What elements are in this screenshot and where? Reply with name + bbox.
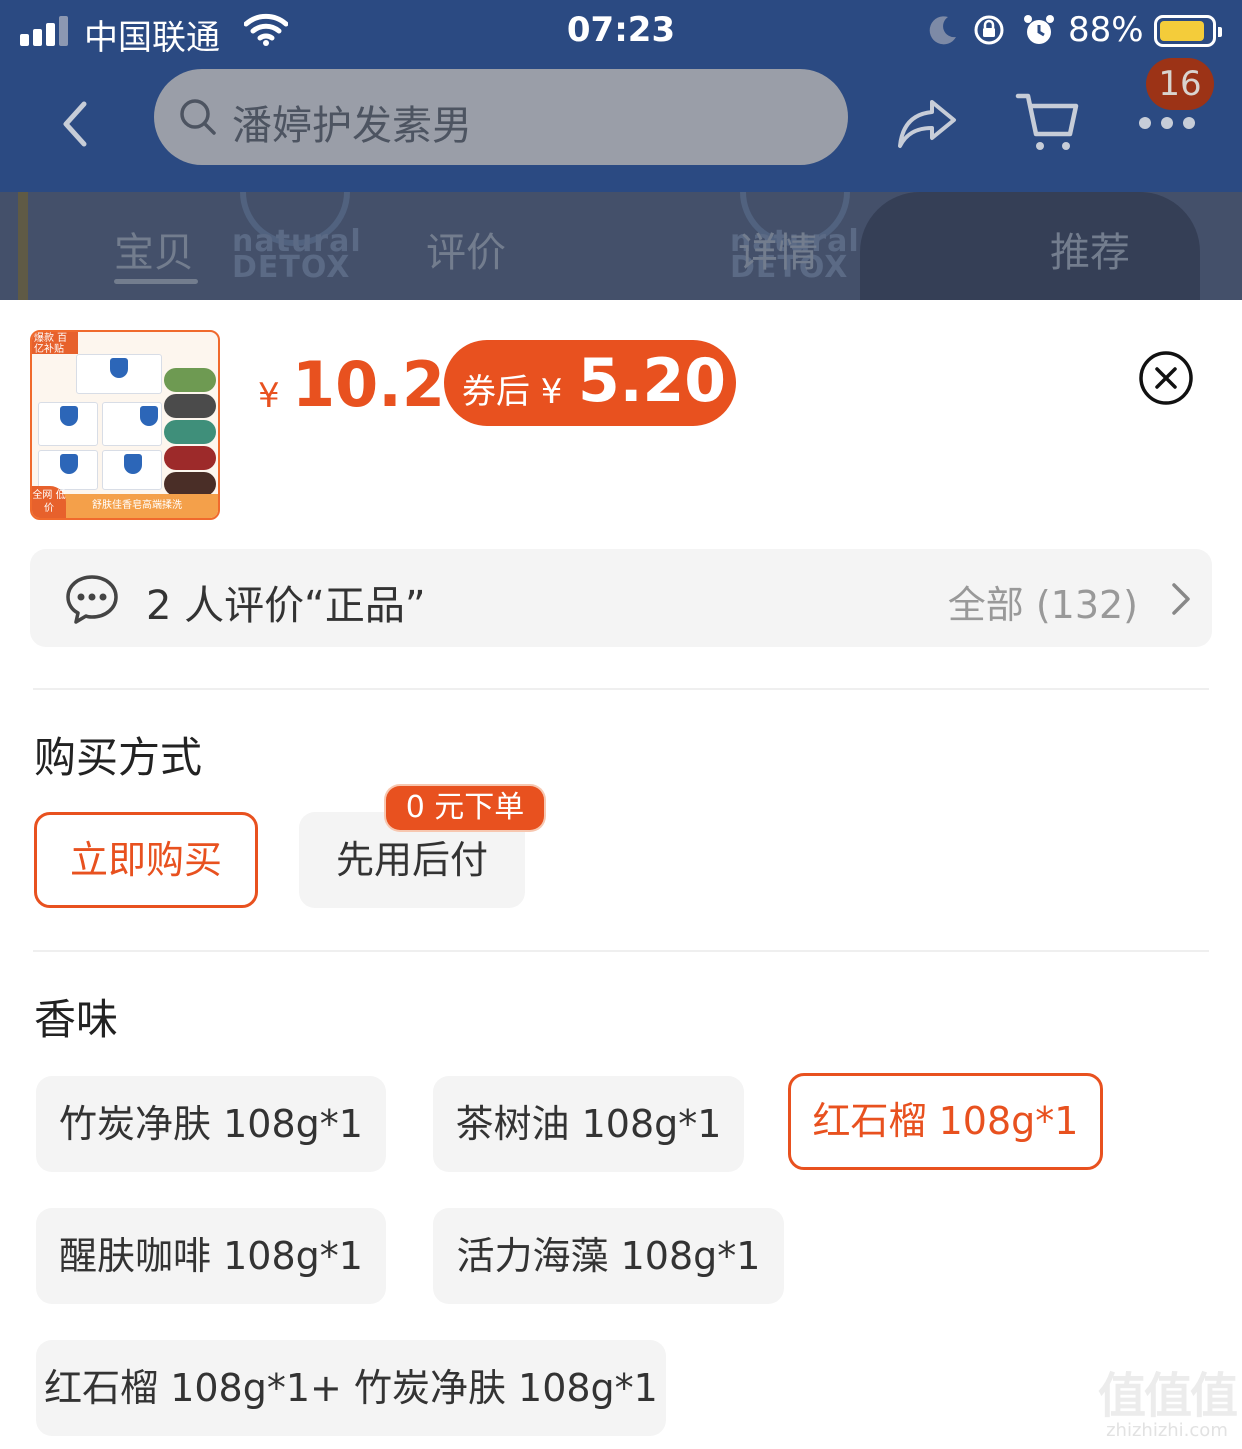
tab-recommend[interactable]: 推荐: [1050, 220, 1130, 278]
tab-item[interactable]: 宝贝: [114, 220, 194, 278]
battery-icon: [1154, 15, 1222, 47]
alarm-icon: [1024, 15, 1054, 44]
nav-bar: 潘婷护发素男: [0, 62, 1242, 192]
all-reviews-link[interactable]: 全部 (132): [948, 574, 1138, 629]
top-overlay: 中国联通 07:23 88% 潘婷护发素男 16 natural DETOX n…: [0, 0, 1242, 300]
section-tabs: 宝贝 评价 详情 推荐: [0, 214, 1242, 294]
scent-option[interactable]: 醒肤咖啡 108g*1: [36, 1208, 386, 1304]
more-icon[interactable]: [1138, 116, 1196, 130]
tab-details[interactable]: 详情: [738, 220, 818, 278]
coupon-price-pill: 券后 ¥ 5.20: [444, 340, 736, 426]
battery-percent: 88%: [1068, 10, 1144, 50]
search-bar[interactable]: 潘婷护发素男: [154, 69, 848, 165]
scent-option[interactable]: 茶树油 108g*1: [433, 1076, 744, 1172]
status-bar: 中国联通 07:23 88%: [0, 0, 1242, 62]
chevron-right-icon: [1172, 583, 1190, 615]
review-summary[interactable]: 2 人评价“正品” 全部 (132): [30, 549, 1212, 647]
watermark-logo: 值值值: [1097, 1368, 1238, 1424]
buy-now-option[interactable]: 立即购买: [34, 812, 258, 908]
tab-reviews[interactable]: 评价: [426, 220, 506, 278]
cart-icon[interactable]: [1014, 90, 1080, 156]
sku-sheet: 爆款 百亿补贴 舒肤佳香皂高端揉洗 全网 低价 ¥ 10.2 券后 ¥ 5.20…: [0, 300, 1242, 1449]
product-thumbnail[interactable]: 爆款 百亿补贴 舒肤佳香皂高端揉洗 全网 低价: [30, 330, 220, 520]
scent-option[interactable]: 红石榴 108g*1+ 竹炭净肤 108g*1: [36, 1340, 666, 1436]
currency-symbol: ¥: [258, 376, 280, 416]
back-icon[interactable]: [48, 92, 104, 156]
divider: [33, 950, 1209, 952]
purchase-method-title: 购买方式: [34, 733, 203, 782]
orientation-lock-icon: [974, 15, 1004, 45]
thumb-tag: 爆款 百亿补贴: [32, 332, 78, 355]
search-placeholder: 潘婷护发素男: [232, 103, 472, 149]
search-icon: [180, 99, 216, 135]
thumb-low-price-tag: 全网 低价: [32, 486, 66, 518]
watermark-url: zhizhizhi.com: [1106, 1420, 1228, 1441]
scent-option[interactable]: 竹炭净肤 108g*1: [36, 1076, 386, 1172]
zero-down-badge: 0 元下单: [386, 786, 544, 830]
scent-option-selected[interactable]: 红石榴 108g*1: [788, 1073, 1103, 1170]
price-value: 10.2: [292, 348, 445, 421]
scent-option[interactable]: 活力海藻 108g*1: [433, 1208, 784, 1304]
coupon-label: 券后 ¥: [462, 372, 563, 412]
close-icon[interactable]: [1138, 350, 1194, 406]
scent-title: 香味: [34, 995, 119, 1044]
cart-count-badge: 16: [1146, 58, 1214, 110]
share-icon[interactable]: [896, 96, 958, 150]
coupon-price: 5.20: [578, 346, 727, 416]
review-highlight: 2 人评价“正品”: [146, 583, 426, 629]
divider: [33, 688, 1209, 690]
watermark: 值值值 zhizhizhi.com: [1097, 1356, 1238, 1441]
chat-bubble-icon: [66, 575, 118, 624]
moon-icon: [929, 16, 956, 45]
active-tab-indicator: [114, 279, 198, 284]
